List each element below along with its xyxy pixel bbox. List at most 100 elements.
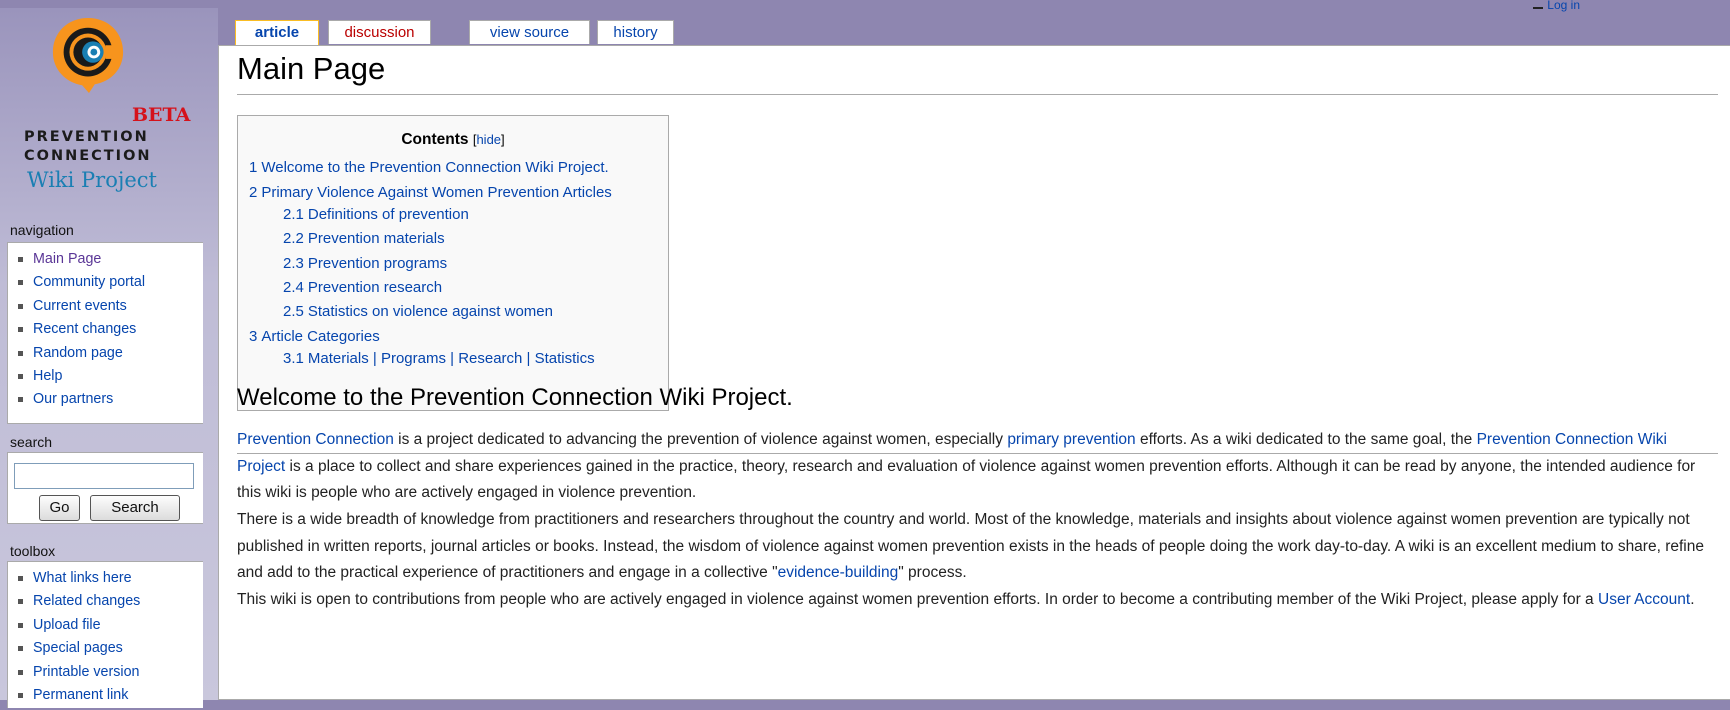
prevention-connection-link[interactable]: Prevention Connection (237, 431, 394, 448)
toolbox-item-printable-version[interactable]: Printable version (16, 664, 203, 687)
navigation-heading: navigation (10, 222, 74, 238)
toolbox-item-permanent-link[interactable]: Permanent link (16, 687, 203, 710)
search-heading: search (10, 434, 53, 450)
toc-title-label: Contents (401, 131, 469, 148)
login-link[interactable]: Log in (1547, 0, 1580, 12)
toc-item-1[interactable]: 1 Welcome to the Prevention Connection Wi… (249, 159, 609, 176)
bullet-icon (18, 303, 23, 309)
nav-link-label[interactable]: Help (33, 368, 62, 384)
toc-text: Prevention research (307, 279, 443, 296)
nav-link-label[interactable]: Recent changes (33, 321, 136, 337)
toc-item-2[interactable]: 2 Primary Violence Against Women Preventi… (249, 184, 612, 201)
nav-item-help[interactable]: Help (16, 368, 203, 391)
side-column: BETA PREVENTION CONNECTION Wiki Project … (0, 8, 218, 708)
toc-text: Prevention programs (307, 255, 448, 272)
toc-item-2-4[interactable]: 2.4 Prevention research (283, 279, 442, 296)
go-button[interactable]: Go (39, 495, 80, 521)
toc-number: 3 (249, 328, 258, 345)
tab-history[interactable]: history (597, 20, 674, 44)
paragraph-text: There is a wide breadth of knowledge fro… (237, 511, 1704, 581)
toolbox-item-special-pages[interactable]: Special pages (16, 640, 203, 663)
nav-item-community-portal[interactable]: Community portal (16, 274, 203, 297)
bullet-icon (18, 373, 23, 379)
toolbox-link-label[interactable]: Printable version (33, 664, 140, 680)
bullet-icon (18, 576, 23, 581)
nav-item-current-events[interactable]: Current events (16, 298, 203, 321)
logo-beta-label: BETA (132, 104, 191, 126)
bullet-icon (18, 280, 23, 286)
toc-number: 2 (249, 184, 258, 201)
toc-number: 2.5 (283, 303, 304, 320)
user-icon (1533, 1, 1544, 9)
paragraph-intro: Prevention Connection is a project dedic… (237, 427, 1717, 507)
toolbox-link-label[interactable]: Upload file (33, 617, 101, 633)
nav-link-label[interactable]: Random page (33, 345, 123, 361)
bullet-icon (18, 397, 23, 403)
toc-toggle: [hide] (473, 132, 505, 147)
primary-prevention-link[interactable]: primary prevention (1007, 431, 1135, 448)
search-button[interactable]: Search (90, 495, 180, 521)
nav-item-random-page[interactable]: Random page (16, 345, 203, 368)
toc-number: 2.1 (283, 206, 304, 223)
paragraph-text: is a project dedicated to advancing the … (393, 431, 1008, 448)
user-account-link[interactable]: User Account (1598, 591, 1690, 608)
bullet-icon (18, 669, 23, 675)
nav-item-main-page[interactable]: Main Page (16, 251, 203, 274)
toolbox-portlet: What links here Related changes Upload f… (7, 561, 203, 708)
tab-article-label[interactable]: article (255, 24, 299, 41)
paragraph-contributions: This wiki is open to contributions from … (237, 587, 1717, 614)
toolbox-item-related-changes[interactable]: Related changes (16, 593, 203, 616)
nav-item-recent-changes[interactable]: Recent changes (16, 321, 203, 344)
toc-item-3-1[interactable]: 3.1 Materials | Programs | Research | Sta… (283, 350, 595, 367)
tab-discussion[interactable]: discussion (328, 20, 431, 44)
toc-item-2-3[interactable]: 2.3 Prevention programs (283, 255, 447, 272)
toolbox-link-label[interactable]: Special pages (33, 640, 123, 656)
page-title: Main Page (237, 51, 386, 86)
nav-link-label[interactable]: Our partners (33, 391, 113, 407)
personal-tools[interactable]: Log in (1533, 0, 1580, 12)
nav-item-our-partners[interactable]: Our partners (16, 391, 203, 414)
evidence-building-link[interactable]: evidence-building (778, 564, 899, 581)
toolbox-link-label[interactable]: Related changes (33, 593, 140, 609)
logo-line-3: Wiki Project (27, 168, 157, 192)
toc-item-2-2[interactable]: 2.2 Prevention materials (283, 230, 445, 247)
toc-title: Contents [hide] (238, 131, 668, 149)
paragraph-text: efforts. As a wiki dedicated to the same… (1135, 431, 1477, 448)
nav-link-label[interactable]: Main Page (33, 251, 101, 267)
toc-number: 1 (249, 159, 258, 176)
section-heading-welcome: Welcome to the Prevention Connection Wik… (237, 384, 793, 411)
toc-text: Prevention materials (307, 230, 445, 247)
paragraph-text: " process. (898, 564, 967, 581)
toc-hide-link[interactable]: hide (476, 132, 501, 147)
bullet-icon (18, 350, 23, 356)
toc-item-3[interactable]: 3 Article Categories (249, 328, 380, 345)
toc-text: Statistics on violence against women (307, 303, 553, 320)
toc-item-2-1[interactable]: 2.1 Definitions of prevention (283, 206, 469, 223)
toolbox-link-label[interactable]: What links here (33, 570, 132, 586)
paragraph-text: . (1690, 591, 1695, 608)
nav-link-label[interactable]: Community portal (33, 274, 145, 290)
toc-text: Primary Violence Against Women Preventio… (261, 184, 612, 201)
title-divider (237, 94, 1718, 95)
toc-number: 2.4 (283, 279, 304, 296)
toolbox-item-what-links-here[interactable]: What links here (16, 570, 203, 593)
tab-view-source-label[interactable]: view source (490, 24, 569, 41)
paragraph-text: This wiki is open to contributions from … (237, 591, 1598, 608)
tab-article[interactable]: article (235, 20, 319, 46)
tab-history-label[interactable]: history (613, 24, 657, 41)
toc-item-2-5[interactable]: 2.5 Statistics on violence against women (283, 303, 553, 320)
paragraph-text: is a place to collect and share experien… (237, 457, 1696, 502)
bullet-icon (18, 327, 23, 333)
toc-number: 3.1 (283, 350, 304, 367)
bullet-icon (18, 599, 23, 605)
nav-link-label[interactable]: Current events (33, 298, 127, 314)
search-input[interactable] (14, 463, 194, 489)
tab-view-source[interactable]: view source (469, 20, 590, 44)
bullet-icon (18, 646, 23, 652)
tab-discussion-label[interactable]: discussion (344, 24, 414, 41)
site-logo[interactable]: BETA PREVENTION CONNECTION Wiki Project (14, 12, 190, 202)
content-area: Main Page Contents [hide] 1 Welcome to th… (218, 45, 1730, 700)
toolbox-item-upload-file[interactable]: Upload file (16, 617, 203, 640)
logo-line-1: PREVENTION (24, 129, 149, 145)
toolbox-link-label[interactable]: Permanent link (33, 687, 128, 703)
